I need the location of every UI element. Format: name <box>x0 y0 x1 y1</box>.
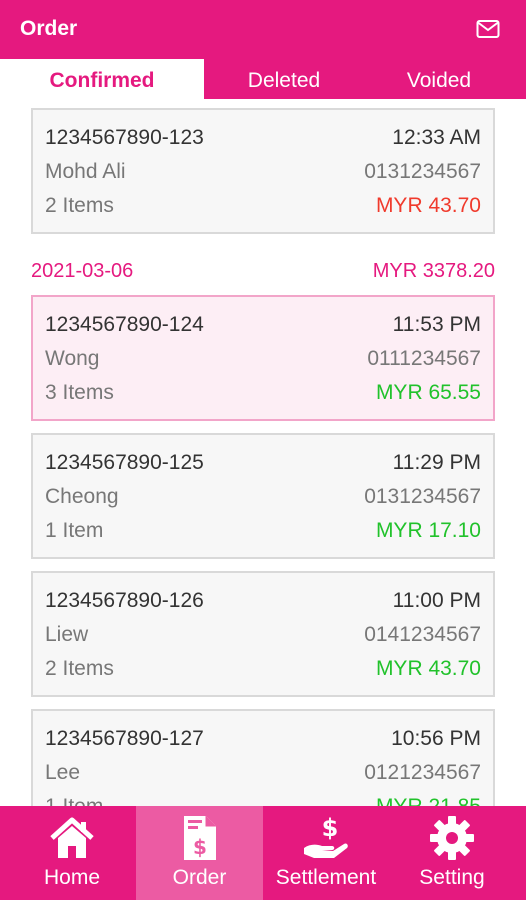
customer-name: Cheong <box>45 485 119 508</box>
nav-label: Home <box>43 866 101 889</box>
order-id: 1234567890-126 <box>45 589 204 612</box>
item-count: 2 Items <box>45 657 114 680</box>
order-id: 1234567890-127 <box>45 727 204 750</box>
page-title: Order <box>20 17 78 40</box>
item-count: 1 Item <box>45 519 104 542</box>
order-amount: MYR 65.55 <box>375 381 481 404</box>
order-amount: MYR 43.70 <box>375 657 481 680</box>
order-amount: MYR 21.85 <box>376 795 481 806</box>
customer-name: Lee <box>45 761 81 784</box>
group-total: MYR 3378.20 <box>372 260 495 282</box>
nav-settlement[interactable]: $ Settlement <box>263 806 389 900</box>
svg-text:$: $ <box>193 835 207 859</box>
order-list[interactable]: 1234567890-123 12:33 AM Mohd Ali 013123456… <box>0 99 526 806</box>
item-count: 2 Items <box>45 194 114 217</box>
gear-icon <box>430 816 474 860</box>
order-card[interactable]: 1234567890-125 11:29 PM Cheong 0131234567 … <box>31 433 495 559</box>
customer-name: Wong <box>45 347 100 370</box>
nav-label: Settlement <box>275 866 377 889</box>
item-count: 3 Items <box>45 381 114 404</box>
customer-phone: 0131234567 <box>364 485 481 508</box>
order-time: 11:00 PM <box>392 589 481 612</box>
app-header: Order <box>0 0 526 59</box>
order-id: 1234567890-124 <box>45 313 204 336</box>
item-count: 1 Item <box>45 795 103 806</box>
nav-setting[interactable]: Setting <box>389 806 515 900</box>
tab-voided[interactable]: Voided <box>364 59 514 99</box>
bottom-navigation: Home $ Order $ Settlement Setting <box>0 806 526 900</box>
order-amount: MYR 43.70 <box>375 194 481 217</box>
svg-text:$: $ <box>322 814 339 842</box>
settlement-icon: $ <box>304 814 348 858</box>
customer-name: Mohd Ali <box>45 160 126 183</box>
order-amount: MYR 17.10 <box>375 519 481 542</box>
order-status-tabs: Confirmed Deleted Voided <box>0 59 526 99</box>
group-date: 2021-03-06 <box>31 260 134 282</box>
tab-deleted[interactable]: Deleted <box>204 59 364 99</box>
order-card[interactable]: 1234567890-123 12:33 AM Mohd Ali 013123456… <box>31 108 495 234</box>
order-icon: $ <box>183 816 216 860</box>
order-card[interactable]: 1234567890-126 11:00 PM Liew 0141234567 2 … <box>31 571 495 697</box>
order-id: 1234567890-123 <box>45 126 204 149</box>
customer-name: Liew <box>45 623 89 646</box>
customer-phone: 0131234567 <box>364 160 481 183</box>
date-group-header: 2021-03-06 MYR 3378.20 <box>31 260 495 288</box>
order-id: 1234567890-125 <box>45 451 204 474</box>
nav-label: Order <box>172 866 227 889</box>
order-card[interactable]: 1234567890-124 11:53 PM Wong 0111234567 3 … <box>31 295 495 421</box>
tab-confirmed[interactable]: Confirmed <box>0 59 204 99</box>
order-time: 12:33 AM <box>392 126 481 149</box>
mail-icon[interactable] <box>476 19 500 39</box>
order-card[interactable]: 1234567890-127 10:56 PM Lee 0121234567 1 I… <box>31 709 495 806</box>
customer-phone: 0111234567 <box>367 347 481 370</box>
home-icon <box>50 817 94 858</box>
nav-order[interactable]: $ Order <box>136 806 263 900</box>
order-time: 11:29 PM <box>392 451 481 474</box>
customer-phone: 0141234567 <box>364 623 481 646</box>
nav-label: Setting <box>419 866 485 889</box>
nav-home[interactable]: Home <box>8 806 136 900</box>
order-time: 11:53 PM <box>392 313 481 336</box>
order-time: 10:56 PM <box>391 727 481 750</box>
customer-phone: 0121234567 <box>364 761 481 784</box>
